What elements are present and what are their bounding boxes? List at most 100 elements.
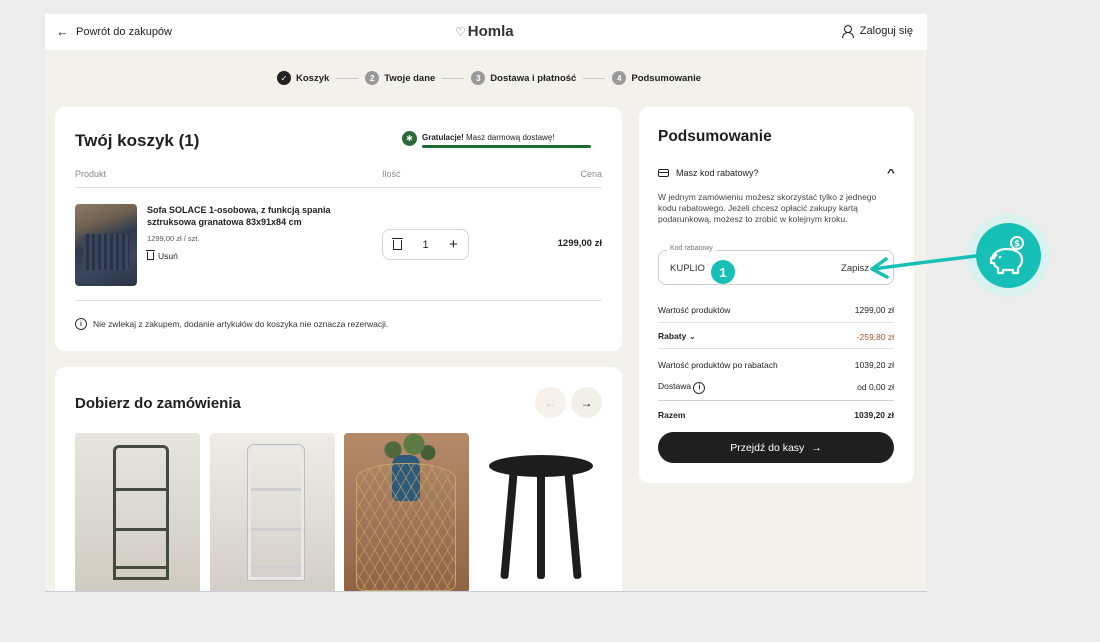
chevron-up-icon: ^ <box>886 168 896 179</box>
row-value: 1039,20 zł <box>854 410 894 420</box>
step-your-data: 2 Twoje dane <box>365 71 435 85</box>
info-icon[interactable]: i <box>693 381 706 394</box>
info-icon: i <box>75 318 87 330</box>
cart-title: Twój koszyk (1) <box>75 131 200 150</box>
summary-row-delivery: Dostawa i od 0,00 zł <box>658 381 894 394</box>
callout-ring <box>967 214 1050 297</box>
divider <box>75 300 602 301</box>
summary-card: Podsumowanie Masz kod rabatowy? ^ W jedn… <box>639 107 914 483</box>
top-bar: ← Powrót do zakupów ♡ Homla Zaloguj się <box>45 14 927 50</box>
product-image <box>248 445 304 580</box>
summary-row-discounts[interactable]: Rabaty ⌄ -259,80 zł <box>658 331 894 342</box>
arrow-right-icon: → <box>580 395 593 410</box>
promo-code-input[interactable]: KUPLIO <box>670 263 705 274</box>
free-delivery-text: Gratulacje! Masz darmową dostawę! <box>422 133 555 142</box>
checkout-steps: ✓ Koszyk 2 Twoje dane 3 Dostawa i płatno… <box>277 71 701 85</box>
arrow-right-icon: → <box>811 441 822 454</box>
arrow-left-icon: ← <box>56 24 69 39</box>
step-divider <box>442 77 465 79</box>
summary-title: Podsumowanie <box>658 128 772 145</box>
product-name[interactable]: Sofa SOLACE 1-osobowa, z funkcją spania … <box>147 204 357 228</box>
remove-item-button[interactable]: Usuń <box>146 250 178 261</box>
product-card-black-stool[interactable] <box>479 433 604 591</box>
checkout-button[interactable]: Przejdź do kasy → <box>658 432 894 463</box>
row-value: 1039,20 zł <box>854 360 894 370</box>
step-divider <box>336 77 359 79</box>
step-label: Twoje dane <box>384 72 436 84</box>
promo-description: W jednym zamówieniu możesz skorzystać ty… <box>658 192 877 224</box>
col-quantity: Ilość <box>382 169 401 179</box>
back-label: Powrót do zakupów <box>76 25 172 38</box>
decrease-trash-icon[interactable] <box>392 237 404 250</box>
summary-row-total: Razem 1039,20 zł <box>658 410 894 420</box>
step-label: Dostawa i płatność <box>490 72 577 84</box>
product-image <box>113 445 169 580</box>
product-card-trolley-green[interactable] <box>75 433 200 591</box>
recommendations-title: Dobierz do zamówienia <box>75 395 241 412</box>
row-value: 1299,00 zł <box>854 305 894 315</box>
carousel-prev-button[interactable]: ← <box>535 387 566 418</box>
row-value: od 0,00 zł <box>857 382 894 393</box>
logo[interactable]: ♡ Homla <box>455 23 514 40</box>
step-label: Podsumowanie <box>631 72 702 84</box>
product-thumbnail[interactable] <box>75 204 137 286</box>
login-label: Zaloguj się <box>859 25 913 37</box>
step-number: 2 <box>365 71 380 85</box>
step-number: 4 <box>612 71 627 85</box>
promo-code-toggle[interactable]: Masz kod rabatowy? ^ <box>658 168 896 179</box>
checkout-page: ← Powrót do zakupów ♡ Homla Zaloguj się … <box>45 14 927 592</box>
carousel-next-button[interactable]: → <box>571 387 602 418</box>
login-link[interactable]: Zaloguj się <box>841 25 913 38</box>
row-label: Wartość produktów po rabatach <box>658 360 778 370</box>
summary-row-after-discounts: Wartość produktów po rabatach 1039,20 zł <box>658 360 894 370</box>
logo-text: Homla <box>467 23 514 40</box>
ticket-icon <box>658 169 669 177</box>
reservation-note-text: Nie zwlekaj z zakupem, dodanie artykułów… <box>93 319 389 329</box>
free-delivery-progress <box>422 145 591 148</box>
remove-label: Usuń <box>158 251 178 261</box>
product-card-trolley-white[interactable] <box>210 433 335 591</box>
divider <box>75 187 602 188</box>
step-delivery-payment: 3 Dostawa i płatność <box>471 71 576 85</box>
col-price: Cena <box>580 169 602 179</box>
checkout-label: Przejdź do kasy <box>730 441 805 454</box>
row-label: Wartość produktów <box>658 305 731 315</box>
divider <box>658 348 894 349</box>
promo-toggle-label: Masz kod rabatowy? <box>676 168 759 178</box>
divider <box>658 400 894 401</box>
promo-code-field[interactable]: Kod rabatowy KUPLIO 1 Zapisz <box>658 245 894 285</box>
step-cart[interactable]: ✓ Koszyk <box>277 71 329 85</box>
row-value: -259,80 zł <box>856 331 894 342</box>
divider <box>658 322 894 323</box>
row-label: Dostawa i <box>658 381 706 394</box>
check-icon: ✓ <box>277 71 291 85</box>
row-label: Razem <box>658 410 686 420</box>
step-label: Koszyk <box>296 72 330 84</box>
back-to-shopping-link[interactable]: ← Powrót do zakupów <box>56 25 172 38</box>
trash-icon <box>146 250 155 260</box>
product-card-gold-table[interactable] <box>344 433 469 591</box>
product-price: 1299,00 zł <box>557 238 602 249</box>
promo-code-label: Kod rabatowy <box>667 245 716 252</box>
step-number: 3 <box>471 71 486 85</box>
cart-card: Twój koszyk (1) ✱ Gratulacje! Masz darmo… <box>55 107 622 351</box>
quantity-value[interactable]: 1 <box>423 239 429 251</box>
step-divider <box>583 77 606 79</box>
heart-logo-icon: ♡ <box>455 24 466 39</box>
recommendations-card: Dobierz do zamówienia ← → <box>55 367 622 591</box>
user-icon <box>841 25 854 38</box>
svg-text:$: $ <box>1013 239 1019 249</box>
delivery-badge-icon: ✱ <box>402 131 417 146</box>
col-product: Produkt <box>75 169 107 179</box>
summary-row-products: Wartość produktów 1299,00 zł <box>658 305 894 315</box>
save-code-button[interactable]: Zapisz <box>841 263 869 274</box>
quantity-stepper: 1 + <box>382 229 469 260</box>
row-label: Rabaty ⌄ <box>658 331 696 341</box>
step-badge: 1 <box>711 260 735 284</box>
plus-icon[interactable]: + <box>449 236 458 253</box>
product-unit-price: 1299,00 zł / szt. <box>147 234 200 243</box>
step-summary: 4 Podsumowanie <box>612 71 701 85</box>
arrow-left-icon: ← <box>544 395 557 410</box>
reservation-note: i Nie zwlekaj z zakupem, dodanie artykuł… <box>75 318 388 330</box>
piggy-bank-icon: $ <box>976 223 1041 288</box>
